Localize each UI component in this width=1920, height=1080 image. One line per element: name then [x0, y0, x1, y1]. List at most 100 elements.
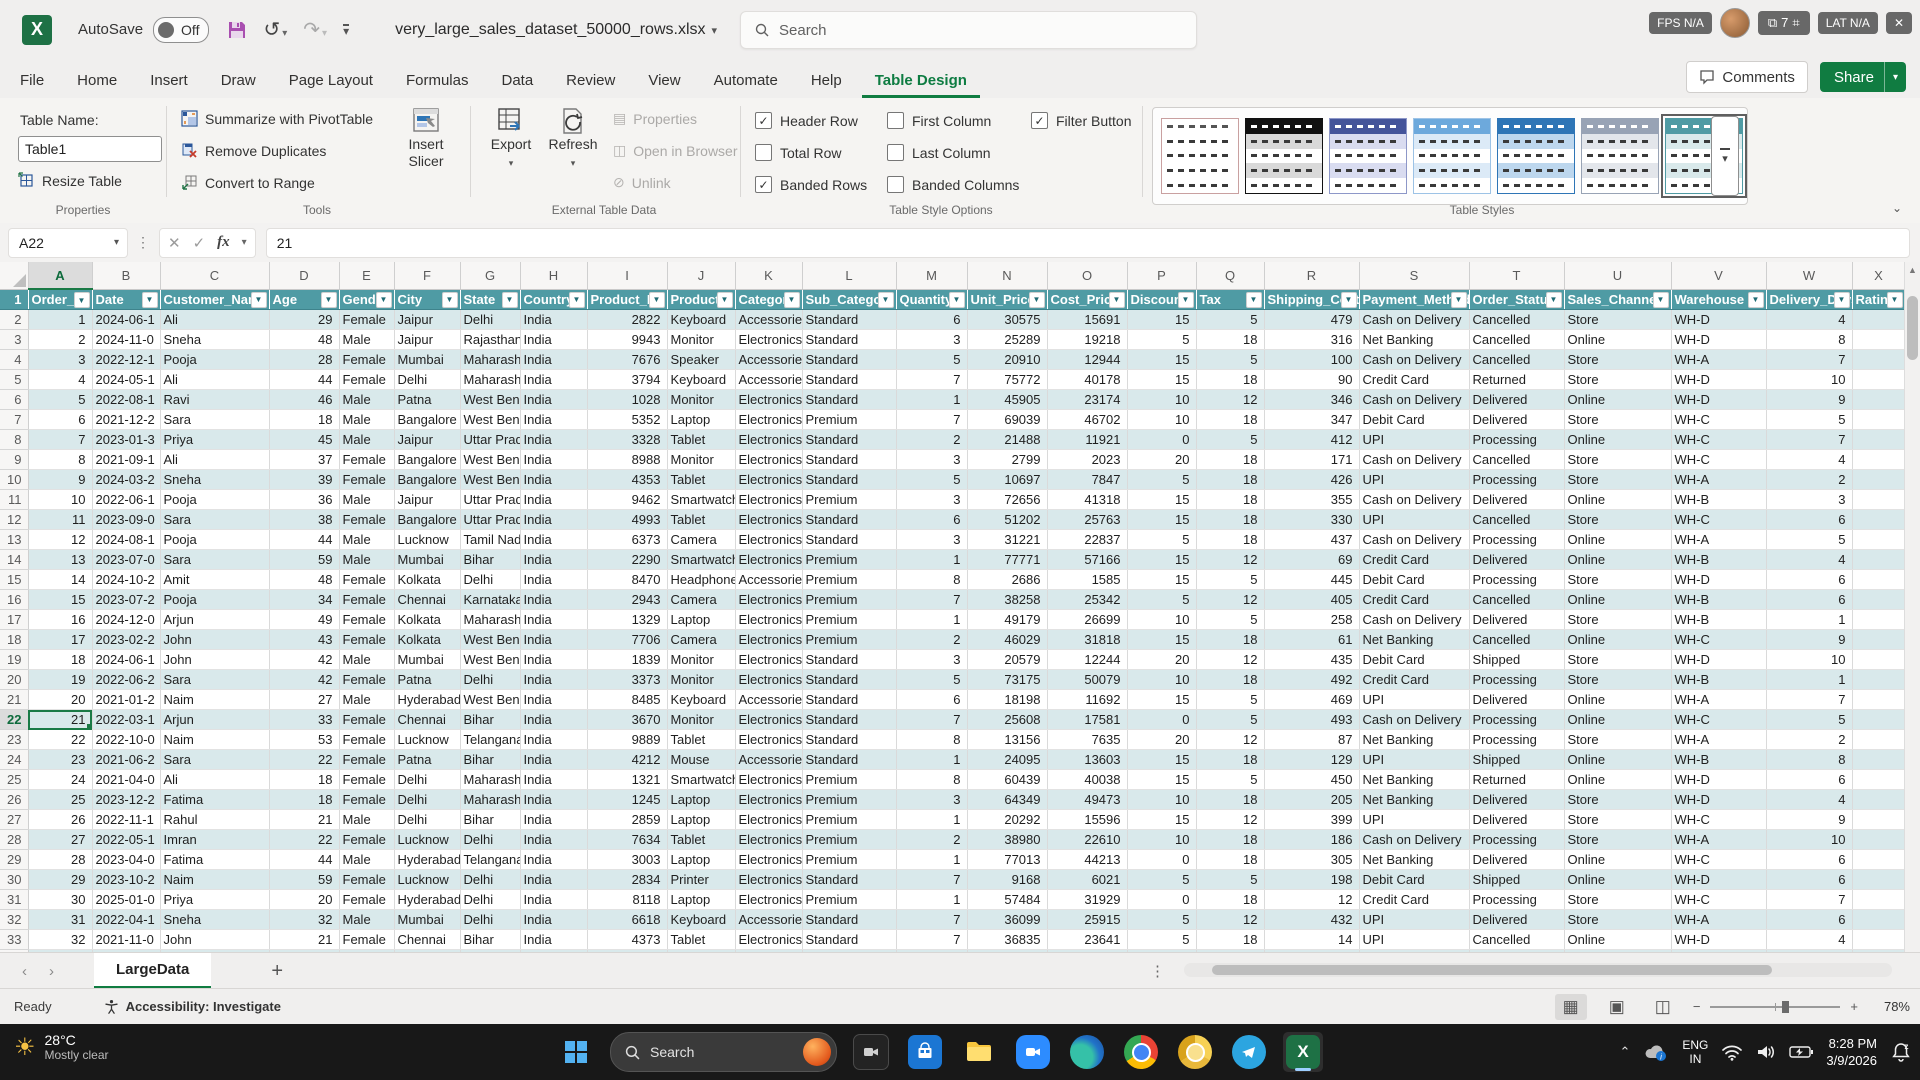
cell-W18[interactable]: 9 [1766, 629, 1853, 650]
cell-Q7[interactable]: 18 [1196, 409, 1265, 430]
cell-L21[interactable]: Standard [802, 689, 897, 710]
cell-T11[interactable]: Delivered [1469, 489, 1565, 510]
cell-E3[interactable]: Male [339, 329, 395, 350]
cell-Q3[interactable]: 18 [1196, 329, 1265, 350]
cell-O2[interactable]: 15691 [1047, 309, 1128, 330]
cell-D29[interactable]: 44 [269, 849, 340, 870]
cell-Q33[interactable]: 18 [1196, 929, 1265, 950]
cell-I19[interactable]: 1839 [587, 649, 668, 670]
cell-P22[interactable]: 0 [1127, 709, 1197, 730]
cell-Q28[interactable]: 18 [1196, 829, 1265, 850]
cell-L6[interactable]: Standard [802, 389, 897, 410]
cell-G31[interactable]: Delhi [460, 889, 521, 910]
cell-X26[interactable] [1852, 789, 1906, 810]
cell-I3[interactable]: 9943 [587, 329, 668, 350]
cell-R23[interactable]: 87 [1264, 729, 1360, 750]
cell-N4[interactable]: 20910 [967, 349, 1048, 370]
cell-N23[interactable]: 13156 [967, 729, 1048, 750]
cell-X5[interactable] [1852, 369, 1906, 390]
cell-S26[interactable]: Net Banking [1359, 789, 1470, 810]
row-header-22[interactable]: 22 [0, 709, 29, 730]
cell-F21[interactable]: Hyderabad [394, 689, 461, 710]
cell-U30[interactable]: Online [1564, 869, 1672, 890]
cell-T18[interactable]: Cancelled [1469, 629, 1565, 650]
cell-E13[interactable]: Male [339, 529, 395, 550]
cell-B15[interactable]: 2024-10-2 [92, 569, 161, 590]
cell-H14[interactable]: India [520, 549, 588, 570]
row-header-26[interactable]: 26 [0, 789, 29, 810]
cell-H20[interactable]: India [520, 669, 588, 690]
cell-F30[interactable]: Lucknow [394, 869, 461, 890]
cell-R9[interactable]: 171 [1264, 449, 1360, 470]
cell-O13[interactable]: 22837 [1047, 529, 1128, 550]
cell-A22[interactable]: 21 [28, 709, 93, 730]
cell-Q20[interactable]: 18 [1196, 669, 1265, 690]
cell-Q2[interactable]: 5 [1196, 309, 1265, 330]
cell-J31[interactable]: Laptop [667, 889, 736, 910]
start-button[interactable] [556, 1032, 596, 1072]
cell-X23[interactable] [1852, 729, 1906, 750]
cell-J15[interactable]: Headphones [667, 569, 736, 590]
cell-V4[interactable]: WH-A [1671, 349, 1767, 370]
cell-F33[interactable]: Chennai [394, 929, 461, 950]
cell-V14[interactable]: WH-B [1671, 549, 1767, 570]
cell-U5[interactable]: Store [1564, 369, 1672, 390]
cell-N18[interactable]: 46029 [967, 629, 1048, 650]
cell-E20[interactable]: Female [339, 669, 395, 690]
cell-P8[interactable]: 0 [1127, 429, 1197, 450]
cell-W6[interactable]: 9 [1766, 389, 1853, 410]
cell-V18[interactable]: WH-C [1671, 629, 1767, 650]
cell-W27[interactable]: 9 [1766, 809, 1853, 830]
cell-F11[interactable]: Jaipur [394, 489, 461, 510]
checkbox-total-row[interactable]: Total Row [755, 144, 841, 161]
filter-dropdown-icon[interactable]: ▼ [948, 291, 965, 308]
cell-P3[interactable]: 5 [1127, 329, 1197, 350]
cell-L26[interactable]: Premium [802, 789, 897, 810]
cell-Q5[interactable]: 18 [1196, 369, 1265, 390]
cell-D7[interactable]: 18 [269, 409, 340, 430]
cell-O29[interactable]: 44213 [1047, 849, 1128, 870]
cell-I15[interactable]: 8470 [587, 569, 668, 590]
cell-H24[interactable]: India [520, 749, 588, 770]
cell-P29[interactable]: 0 [1127, 849, 1197, 870]
cell-Q25[interactable]: 5 [1196, 769, 1265, 790]
cell-S31[interactable]: Credit Card [1359, 889, 1470, 910]
cell-L4[interactable]: Standard [802, 349, 897, 370]
cell-E29[interactable]: Male [339, 849, 395, 870]
cell-V22[interactable]: WH-C [1671, 709, 1767, 730]
cell-W21[interactable]: 7 [1766, 689, 1853, 710]
cell-I11[interactable]: 9462 [587, 489, 668, 510]
cell-K20[interactable]: Electronics [735, 669, 803, 690]
filter-dropdown-icon[interactable]: ▼ [1886, 291, 1903, 308]
cell-R17[interactable]: 258 [1264, 609, 1360, 630]
cancel-icon[interactable]: ✕ [168, 234, 181, 252]
filter-dropdown-icon[interactable]: ▼ [320, 291, 337, 308]
cell-C15[interactable]: Amit [160, 569, 270, 590]
cell-X31[interactable] [1852, 889, 1906, 910]
cell-B6[interactable]: 2022-08-1 [92, 389, 161, 410]
cell-J23[interactable]: Tablet [667, 729, 736, 750]
cell-T17[interactable]: Delivered [1469, 609, 1565, 630]
column-header-J[interactable]: J [667, 262, 736, 290]
row-header-17[interactable]: 17 [0, 609, 29, 630]
cell-A7[interactable]: 6 [28, 409, 93, 430]
cell-H6[interactable]: India [520, 389, 588, 410]
cell-W17[interactable]: 1 [1766, 609, 1853, 630]
tab-data[interactable]: Data [488, 64, 546, 98]
cell-E11[interactable]: Male [339, 489, 395, 510]
cell-A33[interactable]: 32 [28, 929, 93, 950]
cell-H23[interactable]: India [520, 729, 588, 750]
cell-K32[interactable]: Accessories [735, 909, 803, 930]
row-header-12[interactable]: 12 [0, 509, 29, 530]
cell-E5[interactable]: Female [339, 369, 395, 390]
cell-T9[interactable]: Cancelled [1469, 449, 1565, 470]
cell-B5[interactable]: 2024-05-1 [92, 369, 161, 390]
table-header-quantity[interactable]: Quantity ▼ [896, 289, 968, 310]
cell-U8[interactable]: Online [1564, 429, 1672, 450]
cell-C8[interactable]: Priya [160, 429, 270, 450]
cell-N17[interactable]: 49179 [967, 609, 1048, 630]
cell-C11[interactable]: Pooja [160, 489, 270, 510]
cell-H25[interactable]: India [520, 769, 588, 790]
cell-O26[interactable]: 49473 [1047, 789, 1128, 810]
cell-W2[interactable]: 4 [1766, 309, 1853, 330]
